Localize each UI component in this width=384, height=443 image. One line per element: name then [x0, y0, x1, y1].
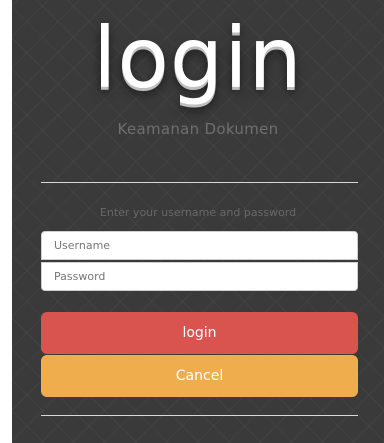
login-prompt: Enter your username and password [99, 206, 297, 219]
login-logo: login [93, 9, 303, 107]
top-divider [41, 182, 358, 183]
username-input[interactable] [41, 231, 358, 260]
login-panel: login Keamanan Dokumen Enter your userna… [12, 0, 384, 443]
subtitle: Keamanan Dokumen [117, 120, 279, 138]
bottom-divider [41, 415, 358, 416]
login-button[interactable]: login [41, 312, 358, 354]
password-input[interactable] [41, 262, 358, 291]
cancel-button[interactable]: Cancel [41, 355, 358, 397]
